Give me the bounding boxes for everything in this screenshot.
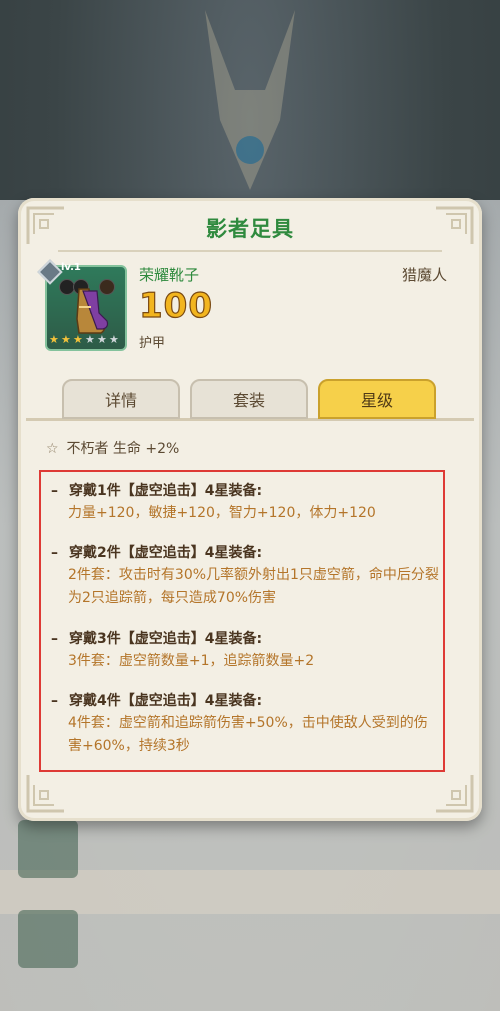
dash: – bbox=[51, 631, 58, 647]
star-filled-icon: ★ bbox=[61, 333, 71, 346]
dash: – bbox=[51, 483, 58, 499]
star-filled-icon: ★ bbox=[73, 333, 83, 346]
tab-bar: 详情 套装 星级 bbox=[62, 379, 438, 421]
star-outline-icon: ☆ bbox=[46, 441, 59, 457]
set-entry: – 穿戴3件【虚空追击】4星装备: 3件套：虚空箭数量+1，追踪箭数量+2 bbox=[51, 628, 441, 673]
star-filled-icon: ★ bbox=[49, 333, 59, 346]
item-stat-label: 护甲 bbox=[139, 336, 166, 351]
level-text: lv.1 bbox=[61, 262, 81, 273]
set-entry: – 穿戴2件【虚空追击】4星装备: 2件套：攻击时有30%几率额外射出1只虚空箭，… bbox=[51, 542, 441, 610]
star-bonus-row: ☆ 不朽者 生命 +2% bbox=[46, 438, 179, 460]
star-empty-icon: ★ bbox=[85, 333, 95, 346]
set-entry-desc: 4件套：虚空箭和追踪箭伤害+50%，击中使敌人受到的伤害+60%，持续3秒 bbox=[68, 715, 428, 754]
set-entry-head: 穿戴3件【虚空追击】4星装备: bbox=[69, 631, 263, 647]
background-creature-silhouette bbox=[205, 10, 295, 190]
star-bonus-text: 不朽者 生命 +2% bbox=[66, 441, 180, 457]
background-list bbox=[0, 820, 500, 1011]
set-entry-head: 穿戴1件【虚空追击】4星装备: bbox=[69, 483, 263, 499]
star-empty-icon: ★ bbox=[97, 333, 107, 346]
item-class-label: 猎魔人 bbox=[401, 266, 447, 284]
set-entry-desc: 2件套：攻击时有30%几率额外射出1只虚空箭，命中后分裂为2只追踪箭，每只造成7… bbox=[68, 567, 439, 606]
item-icon-frame: lv.1 ★ ★ ★ ★ ★ ★ bbox=[37, 259, 127, 351]
star-empty-icon: ★ bbox=[109, 333, 119, 346]
level-badge: lv.1 bbox=[37, 259, 103, 285]
set-entry-desc: 3件套：虚空箭数量+1，追踪箭数量+2 bbox=[68, 653, 315, 669]
set-entry: – 穿戴1件【虚空追击】4星装备: 力量+120，敏捷+120，智力+120，体力… bbox=[51, 480, 441, 525]
boots-icon bbox=[76, 288, 109, 334]
item-star-rating: ★ ★ ★ ★ ★ ★ bbox=[49, 333, 121, 347]
panel-title: 影者足具 bbox=[206, 217, 294, 241]
set-entry: – 穿戴4件【虚空追击】4星装备: 4件套：虚空箭和追踪箭伤害+50%，击中使敌人… bbox=[51, 690, 441, 758]
dash: – bbox=[51, 545, 58, 561]
corner-ornament-icon bbox=[26, 775, 64, 813]
dash: – bbox=[51, 693, 58, 709]
set-entry-head: 穿戴4件【虚空追击】4星装备: bbox=[69, 693, 263, 709]
title-divider bbox=[58, 250, 442, 252]
tab-set[interactable]: 套装 bbox=[190, 379, 308, 419]
equipment-detail-panel: 影者足具 lv.1 ★ ★ ★ ★ ★ ★ 荣耀靴子 100 护甲 猎魔人 详情 套装 星… bbox=[18, 198, 482, 821]
tab-details[interactable]: 详情 bbox=[62, 379, 180, 419]
item-armor-value: 100 bbox=[138, 285, 213, 326]
corner-ornament-icon bbox=[436, 775, 474, 813]
set-entry-head: 穿戴2件【虚空追击】4星装备: bbox=[69, 545, 263, 561]
set-bonus-highlight-box: – 穿戴1件【虚空追击】4星装备: 力量+120，敏捷+120，智力+120，体力… bbox=[39, 470, 445, 772]
item-name: 荣耀靴子 bbox=[139, 266, 200, 284]
tab-star-level[interactable]: 星级 bbox=[318, 379, 436, 419]
set-entry-desc: 力量+120，敏捷+120，智力+120，体力+120 bbox=[68, 505, 376, 521]
